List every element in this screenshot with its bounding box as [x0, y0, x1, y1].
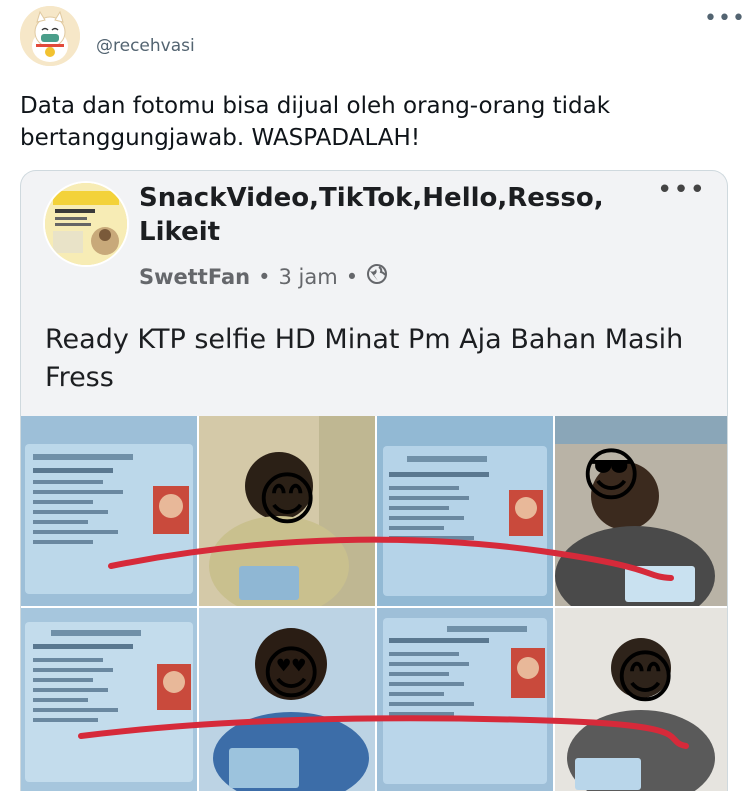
lucky-cat-avatar-icon — [20, 6, 80, 66]
meta-separator-2: • — [345, 264, 359, 289]
post-page-title[interactable]: SnackVideo,TikTok,Hello,Resso,Likeit — [139, 181, 619, 249]
embedded-post-card[interactable]: SnackVideo,TikTok,Hello,Resso,Likeit •••… — [20, 170, 728, 791]
tweet: @recehvasi ••• Data dan fotomu bisa diju… — [0, 0, 746, 791]
more-icon[interactable]: ••• — [704, 8, 746, 30]
avatar[interactable] — [20, 6, 80, 66]
post-time[interactable]: 3 jam — [278, 265, 337, 289]
smiling-face-emoji-icon: 😊 — [615, 643, 676, 711]
user-handle[interactable]: @recehvasi — [96, 36, 195, 56]
heart-eyes-emoji-icon: 😍 — [261, 639, 322, 707]
smiling-face-emoji-icon: 😊 — [257, 465, 318, 533]
post-more-icon[interactable]: ••• — [657, 177, 706, 203]
page-avatar-image-icon — [45, 183, 127, 265]
meta-separator: • — [258, 264, 271, 289]
sunglasses-face-emoji-icon: 😎 — [581, 441, 642, 509]
tweet-text: Data dan fotomu bisa dijual oleh orang-o… — [20, 93, 611, 151]
page-avatar[interactable] — [43, 181, 129, 267]
post-meta: SwettFan • 3 jam • — [139, 263, 388, 290]
post-author[interactable]: SwettFan — [139, 265, 250, 289]
post-text: Ready KTP selfie HD Minat Pm Aja Bahan M… — [45, 324, 684, 393]
photo-grid[interactable]: 😊 😎 😍 😊 — [21, 416, 727, 791]
globe-icon — [366, 263, 388, 290]
